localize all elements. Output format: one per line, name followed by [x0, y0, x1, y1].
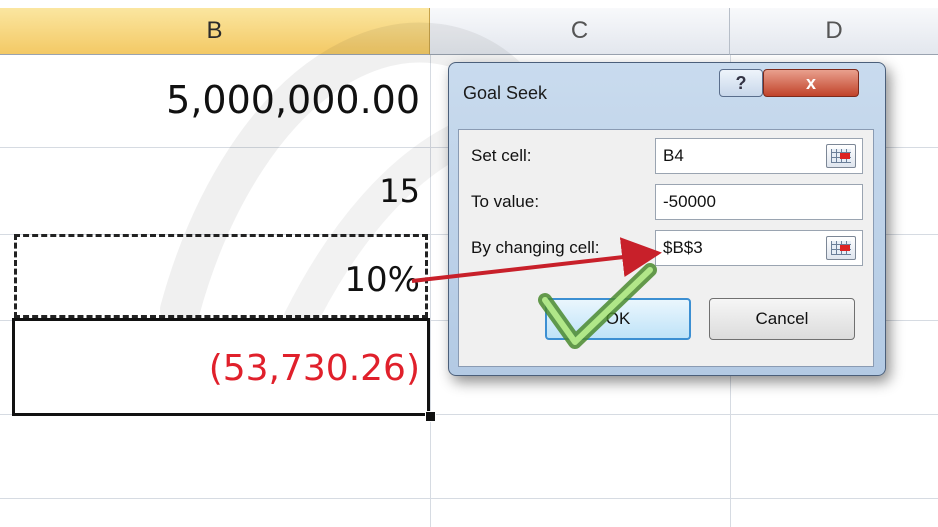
column-divider — [430, 55, 431, 527]
column-header-b[interactable]: B — [0, 8, 430, 55]
help-button[interactable]: ? — [719, 69, 763, 97]
to-value-input[interactable]: -50000 — [655, 184, 863, 220]
dialog-body: Set cell: B4 To value: -50000 By changin… — [458, 129, 874, 367]
close-button[interactable]: x — [763, 69, 859, 97]
column-header-c[interactable]: C — [430, 8, 730, 55]
cell-b3[interactable]: 10% — [0, 260, 420, 300]
dialog-title: Goal Seek — [463, 83, 548, 103]
cell-b2[interactable]: 15 — [0, 172, 420, 210]
set-cell-label: Set cell: — [471, 146, 532, 165]
close-icon: x — [805, 72, 816, 93]
cell-b1[interactable]: 5,000,000.00 — [0, 78, 420, 122]
set-cell-value: B4 — [663, 146, 684, 165]
to-value-label: To value: — [471, 192, 540, 211]
cell-reference-icon[interactable] — [826, 236, 856, 260]
goal-seek-dialog: Goal Seek ? x Set cell: B4 To value: -50… — [448, 62, 886, 376]
changing-cell-input[interactable]: $B$3 — [655, 230, 863, 266]
cell-reference-icon[interactable] — [826, 144, 856, 168]
changing-cell-label: By changing cell: — [471, 238, 600, 257]
changing-cell-value: $B$3 — [663, 238, 703, 257]
cell-b4[interactable]: (53,730.26) — [0, 348, 420, 389]
to-value-value: -50000 — [663, 192, 716, 211]
row-divider — [0, 498, 938, 499]
column-header-d[interactable]: D — [730, 8, 938, 55]
set-cell-input[interactable]: B4 — [655, 138, 863, 174]
ok-button[interactable]: OK — [545, 298, 691, 340]
fill-handle[interactable] — [425, 411, 436, 422]
cancel-button[interactable]: Cancel — [709, 298, 855, 340]
